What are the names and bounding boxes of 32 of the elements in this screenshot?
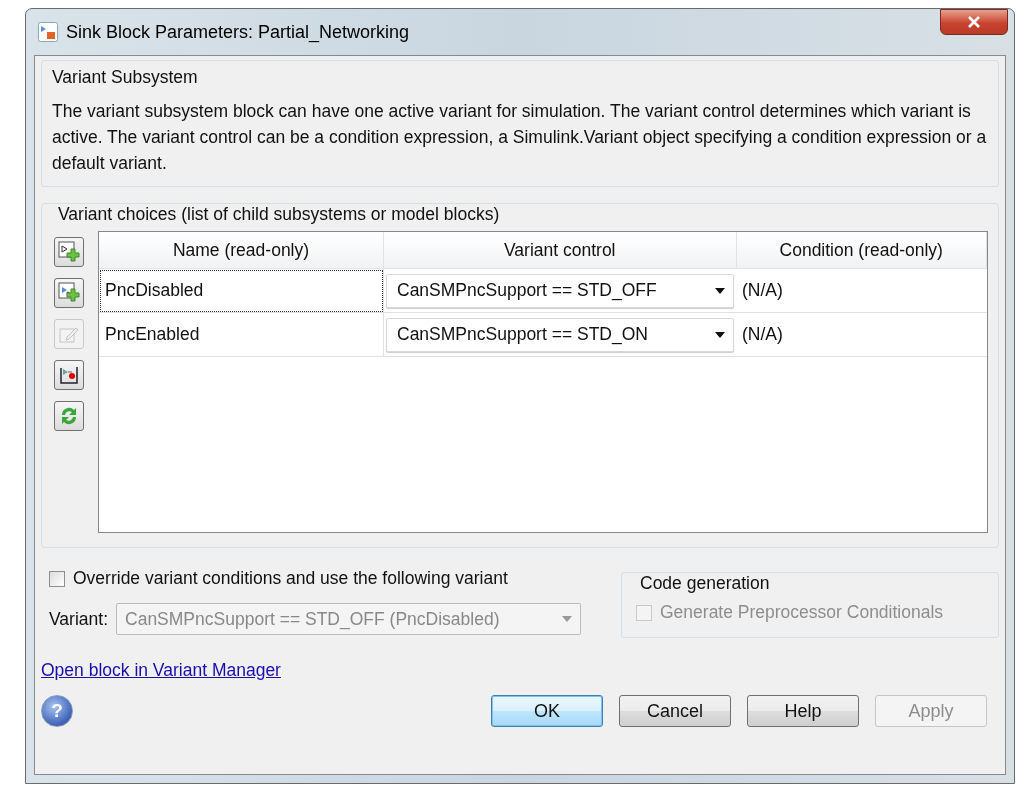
field-label: Variant:: [49, 608, 108, 630]
table-cell: PncDisabled: [99, 268, 384, 313]
toolbar-button[interactable]: [54, 401, 84, 431]
variant-manager-link[interactable]: Open block in Variant Manager: [41, 660, 281, 681]
toolbar-button[interactable]: [54, 278, 84, 308]
close-icon: [967, 16, 981, 28]
column-header[interactable]: Name (read-only): [99, 232, 384, 269]
toolbar-button[interactable]: [54, 360, 84, 390]
table-cell: PncEnabled: [99, 312, 384, 357]
dropdown-arrow-icon: [715, 287, 725, 294]
dialog-button[interactable]: Help: [747, 695, 859, 727]
table-cell: (N/A): [736, 312, 987, 357]
checkbox-label: Generate Preprocessor Conditionals: [660, 602, 944, 623]
section-title: Variant Subsystem: [52, 67, 199, 88]
dropdown-arrow-icon: [562, 616, 572, 622]
block-icon: [38, 22, 58, 42]
column-header[interactable]: Variant control: [383, 232, 736, 269]
variant-control-dropdown[interactable]: CanSMPncSupport == STD_OFF: [386, 273, 734, 308]
checkbox-label: Override variant conditions and use the following variant: [73, 568, 508, 589]
add-model-icon: [58, 282, 80, 304]
dialog-button[interactable]: Cancel: [619, 695, 731, 727]
description-text: The variant subsystem block can have one active variant for simulation. The variant control determines which variant is active. The variant control can be a condition expression, a Simulink.Variant object specifying a condition expression or a default variant.: [52, 100, 988, 175]
variant-control-dropdown[interactable]: CanSMPncSupport == STD_ON: [386, 317, 734, 352]
table-cell: (N/A): [736, 268, 987, 313]
dialog-button[interactable]: OK: [491, 695, 603, 727]
add-block-icon: [58, 241, 80, 263]
block-output-icon: [58, 364, 80, 386]
close-button[interactable]: [940, 9, 1008, 35]
column-header[interactable]: Condition (read-only): [736, 232, 987, 269]
dropdown-arrow-icon: [715, 331, 725, 338]
toolbar-button[interactable]: [54, 237, 84, 267]
window-title: Sink Block Parameters: Partial_Networking: [66, 21, 410, 43]
